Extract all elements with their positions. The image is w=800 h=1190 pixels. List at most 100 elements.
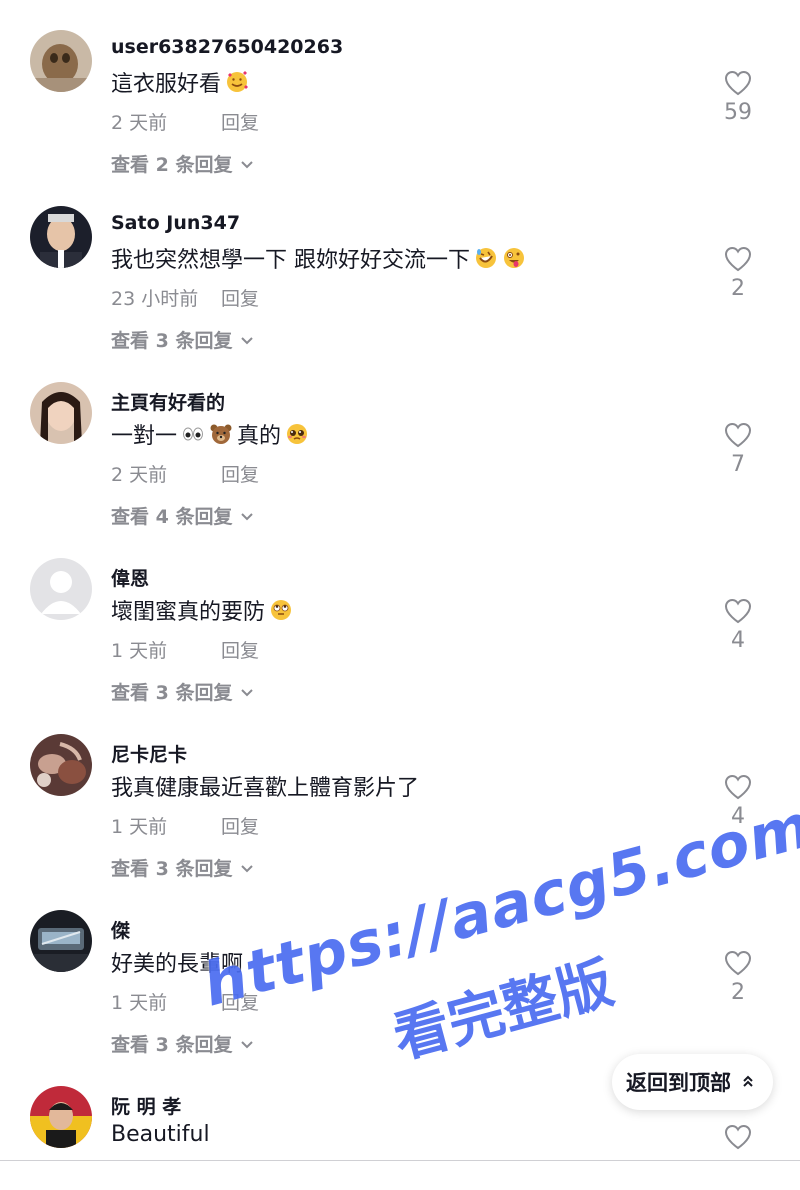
comment-meta: 1 天前 回复 <box>111 636 259 663</box>
reply-button[interactable]: 回复 <box>221 640 259 662</box>
comment-text-content: 我也突然想學一下 跟妳好好交流一下 <box>111 248 470 273</box>
heart-outline-icon <box>724 598 752 624</box>
comment-username[interactable]: 尼卡尼卡 <box>111 740 187 767</box>
comment-username[interactable]: user63827650420263 <box>111 36 343 58</box>
reply-button[interactable]: 回复 <box>221 464 259 486</box>
rolling-laughing-emoji-icon <box>474 246 498 270</box>
comment-username[interactable]: 主頁有好看的 <box>111 388 225 415</box>
view-replies-button[interactable]: 查看 3 条回复 <box>111 1030 254 1057</box>
view-replies-label: 查看 3 条回复 <box>111 858 233 880</box>
chevron-down-icon <box>240 329 254 351</box>
heart-outline-icon <box>724 1124 752 1150</box>
like-button[interactable] <box>718 1124 758 1150</box>
view-replies-label: 查看 3 条回复 <box>111 1034 233 1056</box>
like-button[interactable]: 4 <box>718 598 758 653</box>
like-count: 7 <box>731 452 745 477</box>
comment-text-content: 這衣服好看 <box>111 72 222 97</box>
comment-text: Beautiful <box>111 1122 210 1147</box>
comment-text-content: 一對一 <box>111 424 178 449</box>
rolling-eyes-emoji-icon <box>269 598 293 622</box>
comment-time: 2 天前 <box>111 112 168 134</box>
view-replies-button[interactable]: 查看 3 条回复 <box>111 854 254 881</box>
heart-outline-icon <box>724 70 752 96</box>
back-to-top-button[interactable]: 返回到顶部 <box>612 1054 773 1110</box>
reply-button[interactable]: 回复 <box>221 288 259 310</box>
like-button[interactable]: 7 <box>718 422 758 477</box>
bear-emoji-icon <box>209 422 233 446</box>
comment-meta: 23 小时前 回复 <box>111 284 259 311</box>
like-button[interactable]: 2 <box>718 246 758 301</box>
avatar[interactable] <box>30 558 92 620</box>
heart-outline-icon <box>724 422 752 448</box>
like-button[interactable]: 4 <box>718 774 758 829</box>
smiling-face-with-hearts-emoji-icon <box>225 70 249 94</box>
reply-button[interactable]: 回复 <box>221 112 259 134</box>
view-replies-button[interactable]: 查看 4 条回复 <box>111 502 254 529</box>
avatar[interactable] <box>30 910 92 972</box>
reply-button[interactable]: 回复 <box>221 816 259 838</box>
comment-text-content: 我真健康最近喜歡上體育影片了 <box>111 776 420 801</box>
comment-text: 壞閨蜜真的要防 <box>111 594 293 626</box>
heart-outline-icon <box>724 950 752 976</box>
comment-meta: 2 天前 回复 <box>111 460 259 487</box>
zany-face-emoji-icon <box>502 246 526 270</box>
comment-username[interactable]: Sato Jun347 <box>111 212 240 234</box>
comment-time: 1 天前 <box>111 640 168 662</box>
view-replies-label: 查看 4 条回复 <box>111 506 233 528</box>
like-button[interactable]: 2 <box>718 950 758 1005</box>
comment-text: 我也突然想學一下 跟妳好好交流一下 <box>111 242 526 274</box>
avatar[interactable] <box>30 382 92 444</box>
comment-item: user63827650420263 這衣服好看 2 天前 回复 查看 2 条回… <box>0 30 800 206</box>
comment-time: 23 小时前 <box>111 288 199 310</box>
comment-text: 這衣服好看 <box>111 66 249 98</box>
view-replies-button[interactable]: 查看 3 条回复 <box>111 326 254 353</box>
avatar[interactable] <box>30 30 92 92</box>
comment-text-content: 好美的長輩啊 <box>111 952 244 977</box>
double-chevron-up-icon <box>741 1070 755 1094</box>
view-replies-label: 查看 2 条回复 <box>111 154 233 176</box>
like-count: 4 <box>731 804 745 829</box>
avatar[interactable] <box>30 206 92 268</box>
like-count: 59 <box>724 100 752 125</box>
chevron-down-icon <box>240 1033 254 1055</box>
comment-item: 尼卡尼卡 我真健康最近喜歡上體育影片了 1 天前 回复 查看 3 条回复 4 <box>0 734 800 910</box>
heart-outline-icon <box>724 246 752 272</box>
comment-username[interactable]: 偉恩 <box>111 564 149 591</box>
comment-text-content: 真的 <box>237 424 282 449</box>
comment-meta: 1 天前 回复 <box>111 812 259 839</box>
reply-button[interactable]: 回复 <box>221 992 259 1014</box>
heart-outline-icon <box>724 774 752 800</box>
comment-time: 1 天前 <box>111 992 168 1014</box>
comment-text: 一對一 真的 <box>111 418 309 450</box>
chevron-down-icon <box>240 153 254 175</box>
comment-text: 我真健康最近喜歡上體育影片了 <box>111 770 419 802</box>
comment-item: 主頁有好看的 一對一 真的 2 天前 回复 查看 4 条回复 7 <box>0 382 800 558</box>
chevron-down-icon <box>240 857 254 879</box>
view-replies-label: 查看 3 条回复 <box>111 330 233 352</box>
comment-text-content: Beautiful <box>111 1122 210 1147</box>
like-count: 2 <box>731 276 745 301</box>
comment-username[interactable]: 傑 <box>111 916 130 943</box>
like-count: 4 <box>731 628 745 653</box>
comment-username[interactable]: 阮 明 孝 <box>111 1092 181 1119</box>
view-replies-button[interactable]: 查看 2 条回复 <box>111 150 254 177</box>
view-replies-label: 查看 3 条回复 <box>111 682 233 704</box>
comment-time: 1 天前 <box>111 816 168 838</box>
like-button[interactable]: 59 <box>718 70 758 125</box>
comment-item: 偉恩 壞閨蜜真的要防 1 天前 回复 查看 3 条回复 4 <box>0 558 800 734</box>
chevron-down-icon <box>240 505 254 527</box>
comment-text-content: 壞閨蜜真的要防 <box>111 600 266 625</box>
like-count: 2 <box>731 980 745 1005</box>
view-replies-button[interactable]: 查看 3 条回复 <box>111 678 254 705</box>
comment-item: Sato Jun347 我也突然想學一下 跟妳好好交流一下 23 小时前 回复 … <box>0 206 800 382</box>
avatar[interactable] <box>30 734 92 796</box>
eyes-emoji-icon <box>181 422 205 446</box>
comment-time: 2 天前 <box>111 464 168 486</box>
avatar[interactable] <box>30 1086 92 1148</box>
back-to-top-label: 返回到顶部 <box>626 1071 731 1095</box>
divider <box>0 1160 800 1161</box>
pleading-face-emoji-icon <box>285 422 309 446</box>
chevron-down-icon <box>240 681 254 703</box>
comment-meta: 2 天前 回复 <box>111 108 259 135</box>
comment-text: 好美的長輩啊 <box>111 946 243 978</box>
